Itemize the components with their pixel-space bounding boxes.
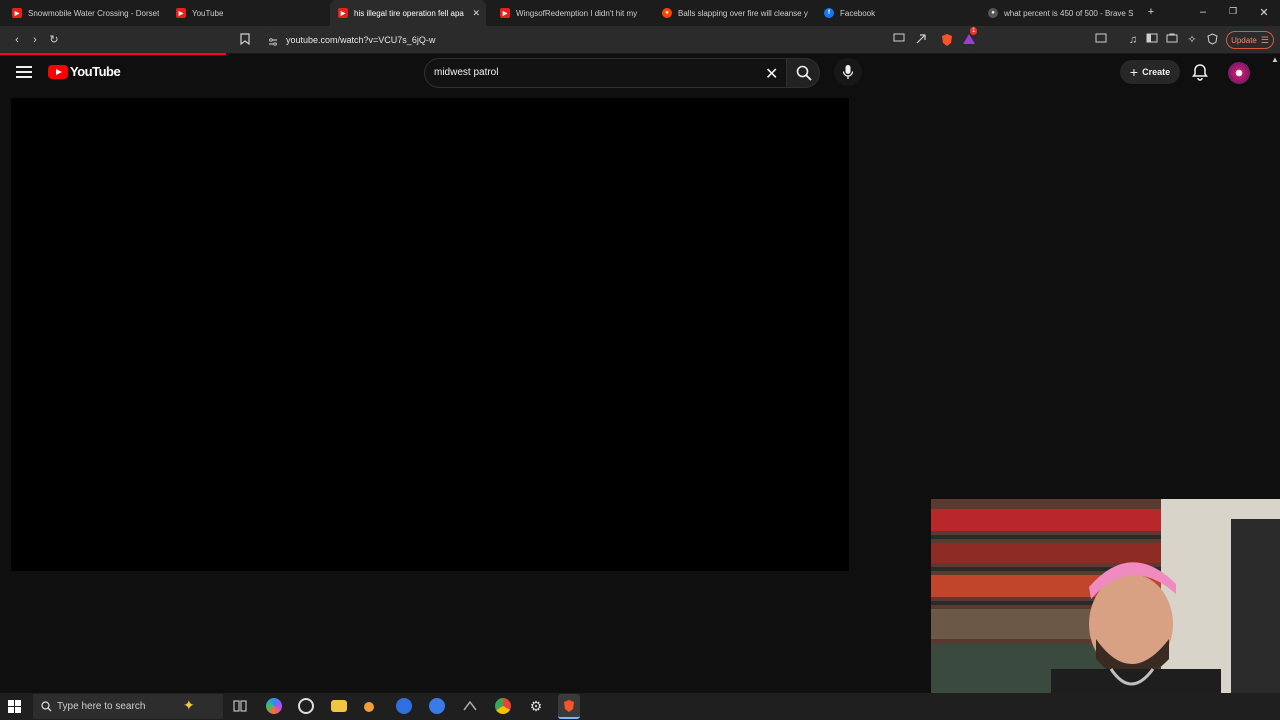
youtube-header: YouTube ✕ + Create	[0, 55, 1280, 91]
search-input[interactable]	[434, 67, 754, 78]
app-icon[interactable]	[396, 698, 412, 714]
minimize-icon[interactable]: –	[1196, 6, 1210, 18]
search-icon	[41, 701, 52, 712]
browser-tab-strip: ▶ Snowmobile Water Crossing - Dorset ▶ Y…	[0, 0, 1280, 26]
brave-search-icon: ●	[988, 8, 998, 18]
search-box[interactable]: ✕	[424, 58, 786, 88]
microphone-icon	[842, 65, 854, 79]
site-info-icon[interactable]	[268, 34, 278, 52]
tab-title: Snowmobile Water Crossing - Dorset	[28, 8, 160, 18]
tab-title: what percent is 450 of 500 - Brave S	[1004, 8, 1134, 18]
browser-tab[interactable]: ● Balls slapping over fire will cleanse …	[654, 0, 810, 26]
obs-icon[interactable]	[298, 698, 314, 714]
url-text: youtube.com/watch?v=VCU7s_6jQ-w	[286, 35, 436, 45]
cast-icon[interactable]	[892, 33, 906, 47]
browser-tab[interactable]: f Facebook	[816, 0, 976, 26]
reddit-icon: ●	[662, 8, 672, 18]
youtube-icon: ▶	[500, 8, 510, 18]
browser-toolbar: ‹ › ↻ youtube.com/watch?v=VCU7s_6jQ-w 1 …	[0, 26, 1280, 54]
brave-icon	[564, 700, 574, 712]
scroll-up-arrow-icon[interactable]: ▲	[1270, 55, 1280, 65]
app-icon[interactable]	[364, 702, 374, 712]
browser-tab[interactable]: ▶ WingsofRedemption I didn't hit my	[492, 0, 648, 26]
file-explorer-icon[interactable]	[331, 700, 347, 712]
create-button[interactable]: + Create	[1120, 60, 1180, 84]
hamburger-menu-icon[interactable]	[16, 64, 32, 80]
youtube-play-icon	[48, 64, 68, 79]
voice-search-button[interactable]	[834, 58, 862, 86]
tab-title: WingsofRedemption I didn't hit my	[516, 8, 638, 18]
settings-gear-icon[interactable]: ⚙	[528, 698, 544, 714]
copilot-icon[interactable]	[266, 698, 282, 714]
address-bar[interactable]: youtube.com/watch?v=VCU7s_6jQ-w	[262, 30, 982, 50]
reload-icon[interactable]: ↻	[47, 33, 61, 47]
clear-search-icon[interactable]: ✕	[765, 64, 778, 84]
chrome-icon[interactable]	[495, 698, 511, 714]
music-icon[interactable]: ♫	[1126, 33, 1140, 47]
youtube-icon: ▶	[12, 8, 22, 18]
account-avatar[interactable]	[1228, 62, 1250, 84]
tab-title: Balls slapping over fire will cleanse y	[678, 8, 808, 18]
task-view-icon[interactable]	[232, 698, 248, 714]
notifications-bell-icon[interactable]	[1192, 63, 1208, 81]
search-icon	[796, 65, 812, 81]
tab-title: YouTube	[192, 8, 224, 18]
wallet-icon[interactable]	[1094, 33, 1108, 47]
youtube-logo-text: YouTube	[70, 64, 121, 79]
tab-title: Facebook	[840, 8, 876, 18]
browser-tab[interactable]: ▶ Snowmobile Water Crossing - Dorset	[4, 0, 160, 26]
vpn-shield-icon[interactable]	[1205, 33, 1219, 47]
app-icon[interactable]	[429, 698, 445, 714]
browser-tab[interactable]: ● what percent is 450 of 500 - Brave S	[980, 0, 1136, 26]
browser-tab[interactable]: ▶ YouTube	[168, 0, 328, 26]
menu-icon: ☰	[1260, 34, 1269, 45]
new-tab-button[interactable]: +	[1144, 6, 1158, 18]
update-label: Update	[1231, 35, 1257, 45]
brave-rewards-icon[interactable]: 1	[962, 27, 978, 47]
forward-icon[interactable]: ›	[28, 33, 42, 47]
browser-tab-active[interactable]: ▶ his illegal tire operation fell apa ✕	[330, 0, 486, 26]
taskbar-search-box[interactable]: Type here to search ✦	[33, 694, 223, 719]
search-button[interactable]	[786, 58, 820, 88]
brave-taskbar-button[interactable]	[558, 694, 580, 719]
youtube-icon: ▶	[338, 8, 348, 18]
sidebar-icon[interactable]	[1145, 33, 1159, 47]
brave-shields-icon[interactable]	[940, 33, 954, 47]
search-highlight-icon: ✦	[183, 697, 195, 713]
bookmark-icon[interactable]	[238, 33, 252, 47]
video-player[interactable]	[11, 98, 849, 571]
close-window-icon[interactable]: ✕	[1257, 6, 1271, 19]
restore-icon[interactable]: ❐	[1226, 6, 1240, 17]
windows-taskbar: Type here to search ✦ ⚙	[0, 693, 1280, 720]
share-icon[interactable]	[914, 33, 928, 47]
back-icon[interactable]: ‹	[10, 33, 24, 47]
create-label: Create	[1142, 67, 1171, 77]
windows-start-icon[interactable]	[8, 700, 22, 714]
update-button[interactable]: Update ☰	[1226, 31, 1274, 49]
tab-title: his illegal tire operation fell apa	[354, 8, 464, 18]
leo-ai-icon[interactable]: ✧	[1185, 33, 1199, 47]
webcam-overlay	[931, 499, 1280, 720]
facebook-icon: f	[824, 8, 834, 18]
extensions-icon[interactable]	[1165, 33, 1179, 47]
app-icon[interactable]	[462, 698, 478, 714]
taskbar-search-placeholder: Type here to search	[57, 701, 146, 712]
youtube-logo[interactable]: YouTube	[48, 64, 121, 79]
plus-icon: +	[1129, 64, 1139, 80]
webcam-image	[931, 499, 1280, 720]
youtube-icon: ▶	[176, 8, 186, 18]
close-tab-icon[interactable]: ✕	[472, 8, 480, 19]
